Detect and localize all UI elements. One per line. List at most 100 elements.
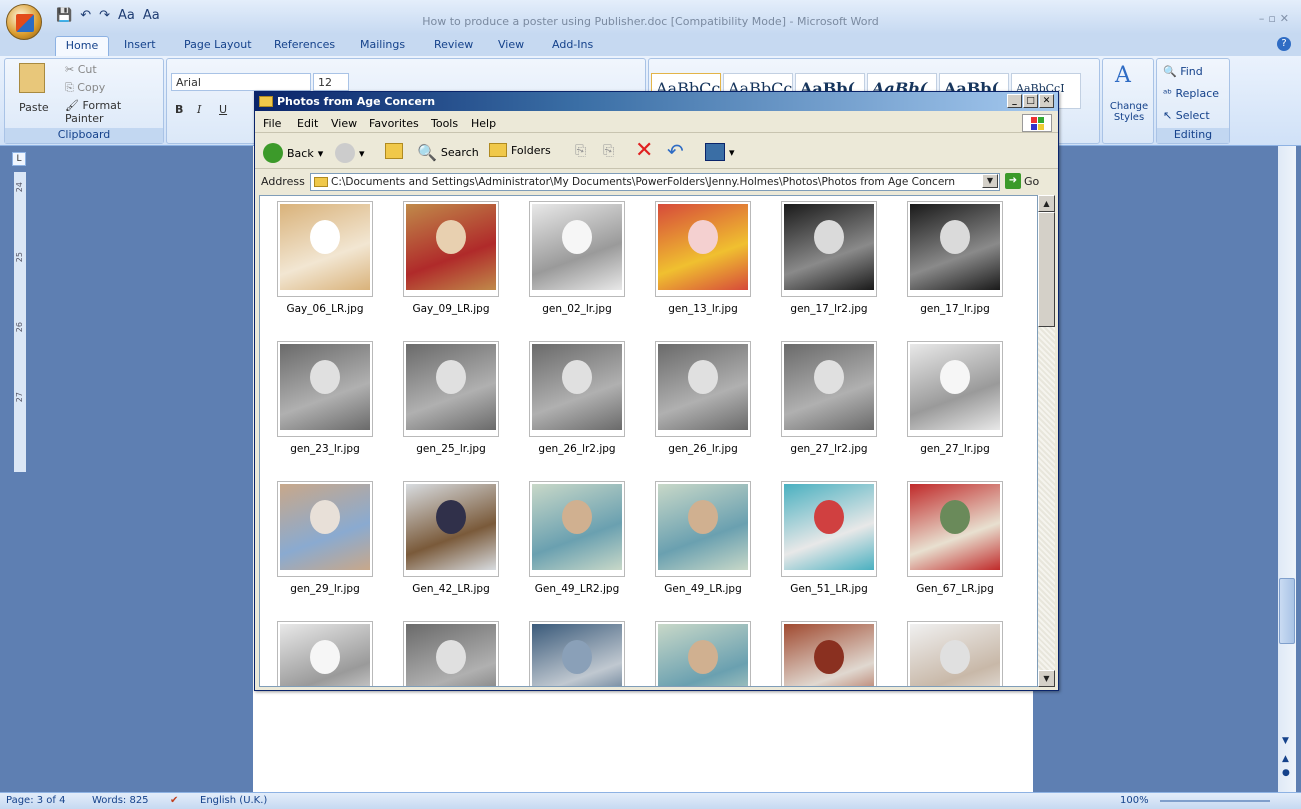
views-button[interactable]: ▾: [705, 143, 735, 161]
file-item[interactable]: Gay_06_LR.jpg: [263, 201, 373, 326]
italic-button[interactable]: I: [197, 103, 201, 116]
tab-insert[interactable]: Insert: [124, 38, 156, 51]
menu-edit[interactable]: Edit: [297, 117, 318, 130]
page-count[interactable]: Page: 3 of 4: [6, 795, 65, 806]
change-styles-button[interactable]: Change Styles: [1109, 101, 1149, 123]
thumbnail-image: [529, 621, 625, 686]
file-name: Gen_67_LR.jpg: [916, 583, 994, 595]
close-icon[interactable]: ✕: [1039, 94, 1054, 108]
file-item[interactable]: [389, 621, 499, 686]
file-item[interactable]: gen_13_lr.jpg: [641, 201, 751, 326]
thumbnail-image: [781, 621, 877, 686]
document-scrollbar[interactable]: ▼ ▲ ●: [1278, 146, 1296, 792]
go-button[interactable]: ➜ Go: [1005, 173, 1039, 189]
help-icon[interactable]: ?: [1277, 37, 1291, 51]
search-button[interactable]: 🔍 Search: [417, 143, 479, 162]
change-styles-icon[interactable]: A: [1115, 63, 1131, 88]
proofing-icon[interactable]: ✔: [170, 795, 178, 806]
scroll-down-icon[interactable]: ▼: [1282, 736, 1289, 746]
folder-icon: [314, 177, 328, 187]
file-item[interactable]: gen_27_lr2.jpg: [767, 341, 877, 466]
ruler-strip: 24 25 26 27: [14, 172, 26, 472]
thumbnail-image: [403, 341, 499, 437]
file-name: Gay_09_LR.jpg: [412, 303, 490, 315]
scroll-up-icon[interactable]: ▲: [1038, 195, 1055, 212]
address-dropdown-icon[interactable]: ▼: [982, 174, 998, 188]
scroll-thumb[interactable]: [1279, 578, 1295, 644]
file-item[interactable]: gen_02_lr.jpg: [515, 201, 625, 326]
tab-add-ins[interactable]: Add-Ins: [552, 38, 593, 51]
replace-button[interactable]: ᵃᵇ Replace: [1163, 87, 1219, 100]
menu-view[interactable]: View: [331, 117, 357, 130]
explorer-scrollbar[interactable]: ▲ ▼: [1038, 195, 1055, 687]
zoom-level[interactable]: 100%: [1120, 795, 1149, 806]
menu-help[interactable]: Help: [471, 117, 496, 130]
format-painter-button[interactable]: 🖌 Format Painter: [65, 99, 163, 125]
word-count[interactable]: Words: 825: [92, 795, 149, 806]
explorer-title-bar[interactable]: Photos from Age Concern _ □ ✕: [255, 92, 1058, 111]
file-item[interactable]: Gen_51_LR.jpg: [767, 481, 877, 606]
maximize-icon[interactable]: □: [1023, 94, 1038, 108]
tab-page-layout[interactable]: Page Layout: [184, 38, 252, 51]
file-item[interactable]: gen_27_lr.jpg: [893, 341, 1003, 466]
window-controls[interactable]: –▫✕: [1259, 12, 1293, 25]
file-item[interactable]: [515, 621, 625, 686]
file-item[interactable]: [263, 621, 373, 686]
file-item[interactable]: [767, 621, 877, 686]
zoom-slider[interactable]: [1160, 800, 1270, 802]
scroll-down-icon[interactable]: ▼: [1038, 670, 1055, 687]
file-item[interactable]: gen_17_lr.jpg: [893, 201, 1003, 326]
folders-button[interactable]: Folders: [489, 143, 551, 157]
copy-button[interactable]: ⎘ Copy: [65, 81, 105, 95]
file-item[interactable]: gen_25_lr.jpg: [389, 341, 499, 466]
file-item[interactable]: Gen_49_LR.jpg: [641, 481, 751, 606]
language-status[interactable]: English (U.K.): [200, 795, 267, 806]
file-item[interactable]: [641, 621, 751, 686]
office-button[interactable]: [6, 4, 42, 40]
tab-view[interactable]: View: [498, 38, 524, 51]
undo-icon[interactable]: ↶: [667, 139, 684, 163]
file-item[interactable]: Gen_67_LR.jpg: [893, 481, 1003, 606]
prev-page-icon[interactable]: ▲: [1282, 754, 1289, 764]
editing-group: 🔍 Find ᵃᵇ Replace ↖ Select Editing: [1156, 58, 1230, 144]
copy-to-icon[interactable]: ⎘: [603, 143, 614, 159]
tab-review[interactable]: Review: [434, 38, 473, 51]
file-item[interactable]: gen_23_lr.jpg: [263, 341, 373, 466]
file-item[interactable]: Gen_49_LR2.jpg: [515, 481, 625, 606]
file-item[interactable]: Gay_09_LR.jpg: [389, 201, 499, 326]
font-size-box[interactable]: 12: [313, 73, 349, 91]
tab-selector[interactable]: L: [12, 152, 26, 166]
find-button[interactable]: 🔍 Find: [1163, 65, 1203, 78]
file-item[interactable]: gen_17_lr2.jpg: [767, 201, 877, 326]
paste-button[interactable]: Paste: [19, 101, 49, 114]
tab-home[interactable]: Home: [55, 36, 109, 56]
thumbnail-image: [529, 341, 625, 437]
file-item[interactable]: [893, 621, 1003, 686]
forward-button[interactable]: ▾: [335, 143, 365, 163]
back-button[interactable]: Back ▾: [263, 143, 323, 163]
move-to-icon[interactable]: ⎘: [575, 143, 586, 159]
paste-icon[interactable]: [19, 63, 45, 93]
address-input[interactable]: C:\Documents and Settings\Administrator\…: [310, 173, 1000, 191]
select-button[interactable]: ↖ Select: [1163, 109, 1210, 122]
scroll-thumb[interactable]: [1038, 212, 1055, 327]
file-item[interactable]: gen_26_lr2.jpg: [515, 341, 625, 466]
up-folder-button[interactable]: [385, 143, 403, 159]
font-name-box[interactable]: Arial: [171, 73, 311, 91]
menu-favorites[interactable]: Favorites: [369, 117, 419, 130]
file-list: Gay_06_LR.jpg Gay_09_LR.jpg gen_02_lr.jpg g…: [259, 195, 1038, 687]
file-item[interactable]: Gen_42_LR.jpg: [389, 481, 499, 606]
tab-references[interactable]: References: [274, 38, 335, 51]
menu-file[interactable]: File: [263, 117, 281, 130]
tab-mailings[interactable]: Mailings: [360, 38, 405, 51]
file-item[interactable]: gen_26_lr.jpg: [641, 341, 751, 466]
bold-button[interactable]: B: [175, 103, 183, 116]
thumbnail-image: [529, 201, 625, 297]
cut-button[interactable]: ✂ Cut: [65, 63, 97, 76]
delete-icon[interactable]: ✕: [635, 138, 653, 163]
browse-object-icon[interactable]: ●: [1282, 768, 1290, 778]
menu-tools[interactable]: Tools: [431, 117, 458, 130]
file-item[interactable]: gen_29_lr.jpg: [263, 481, 373, 606]
minimize-icon[interactable]: _: [1007, 94, 1022, 108]
underline-button[interactable]: U: [219, 103, 227, 116]
